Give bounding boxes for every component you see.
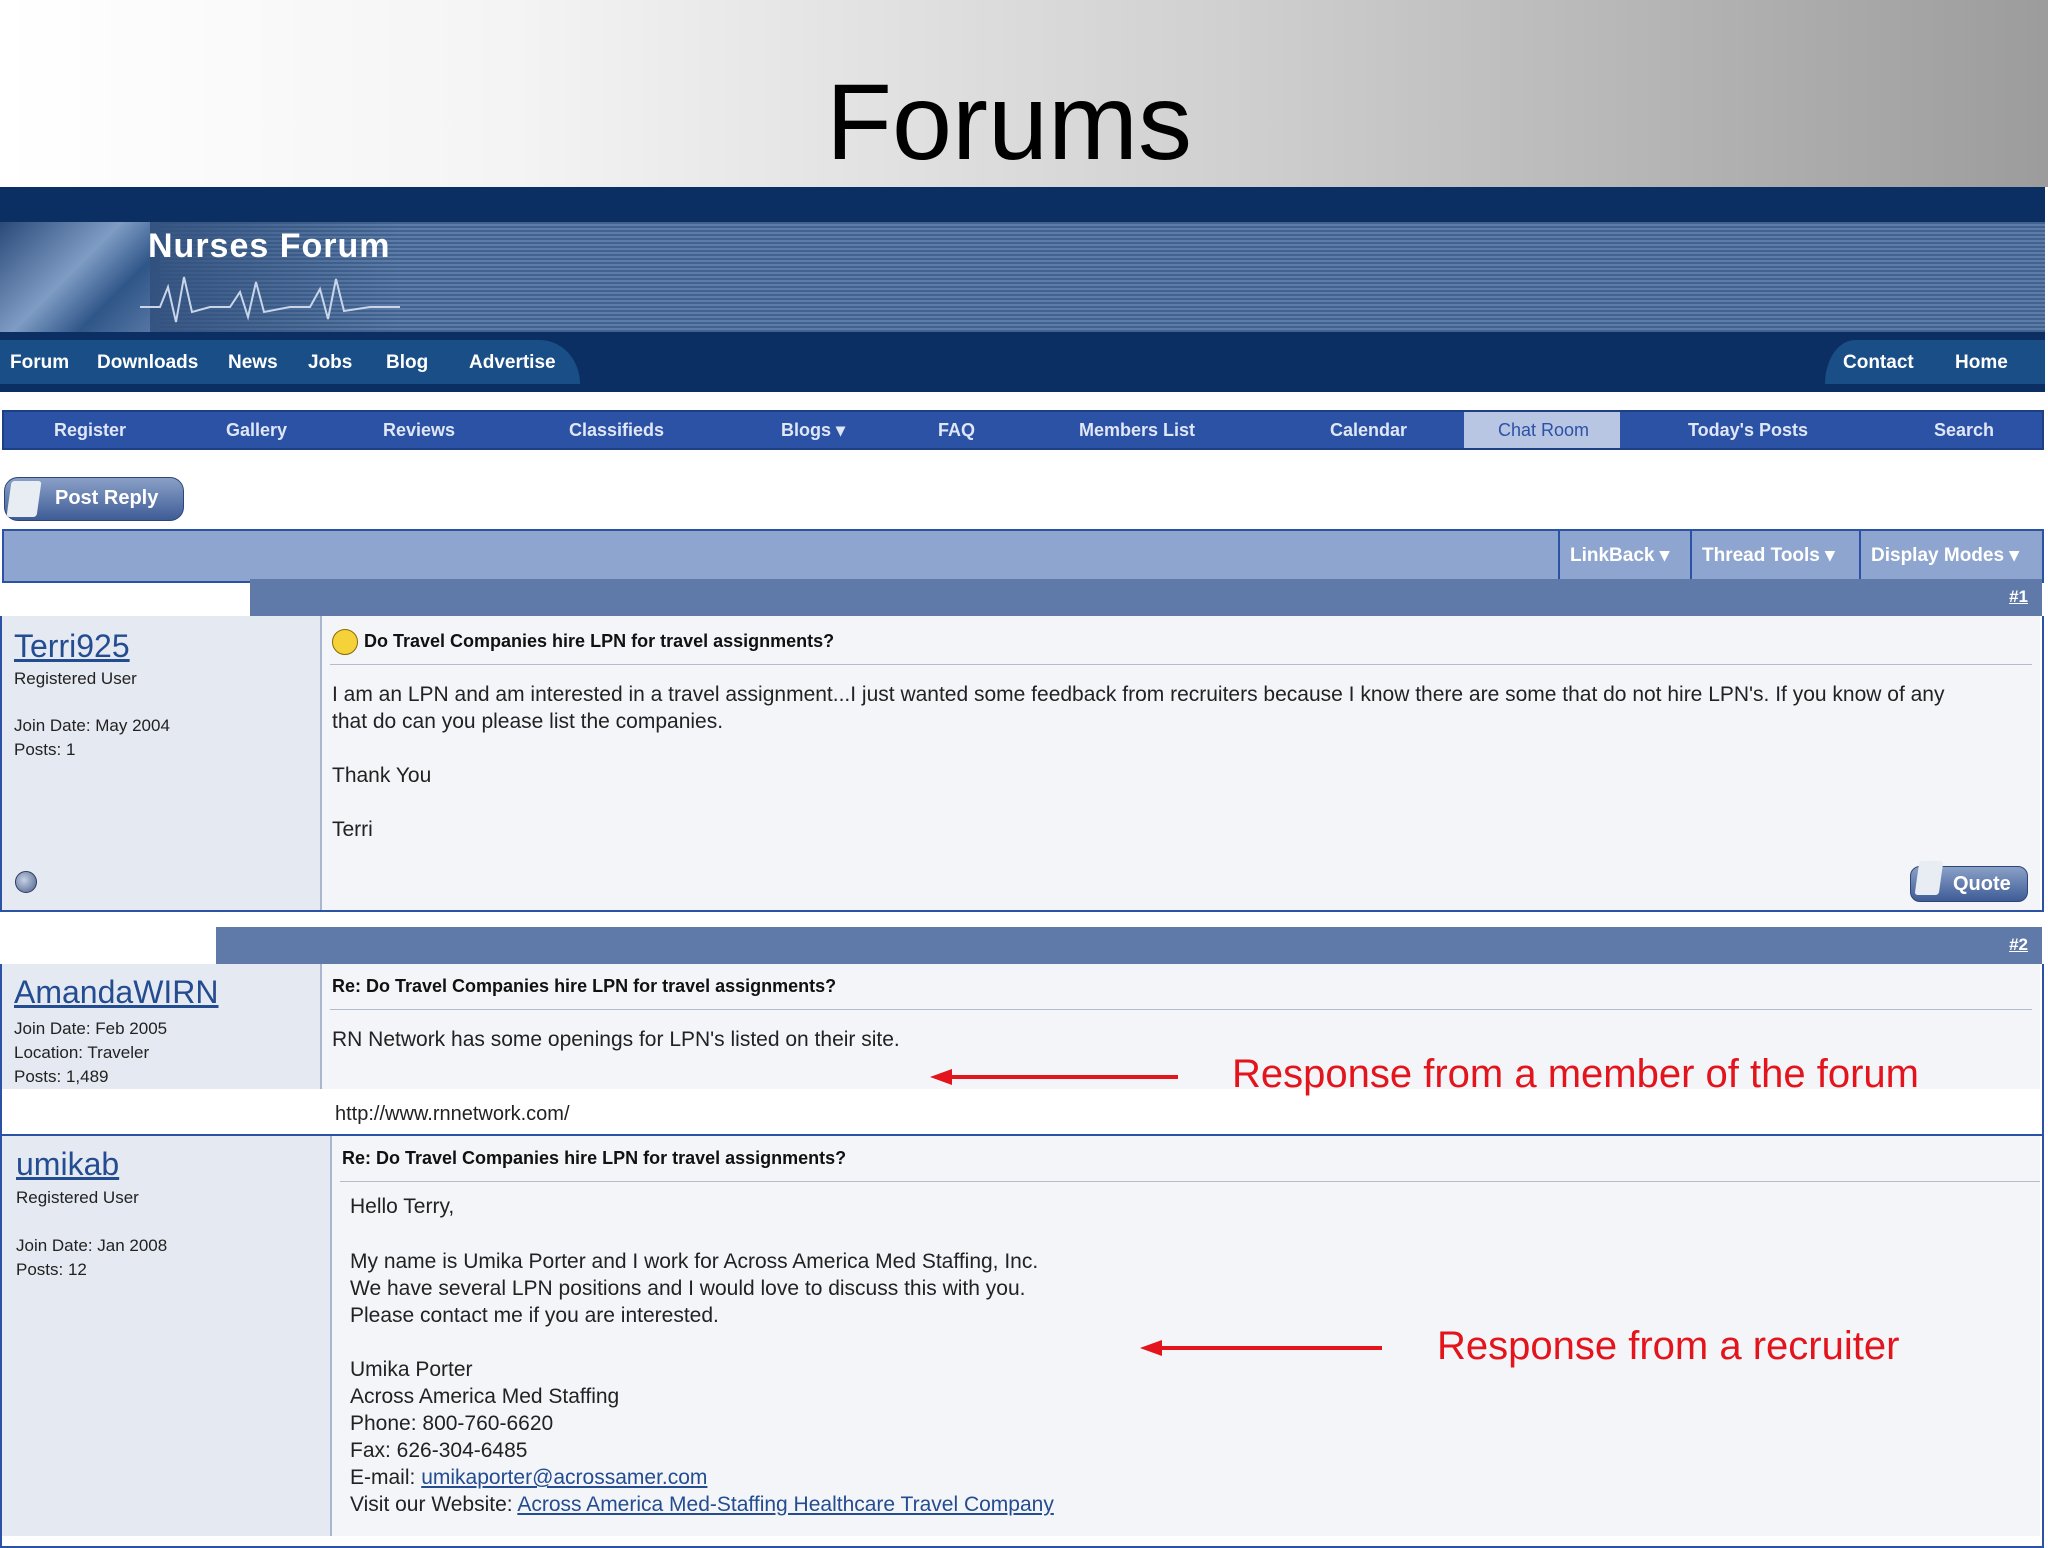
website-label: Visit our Website: <box>350 1493 513 1516</box>
nav-blog[interactable]: Blog <box>386 352 428 374</box>
post-number[interactable]: #2 <box>2009 935 2028 955</box>
subnav-gallery[interactable]: Gallery <box>226 420 287 441</box>
post-line-1: I am an LPN and am interested in a trave… <box>332 683 1945 706</box>
post-url-link[interactable]: http://www.rnnetwork.com/ <box>335 1101 570 1128</box>
post-header: #1 <box>250 579 2042 616</box>
arrow-left-icon <box>930 1069 1178 1085</box>
post-line-2: that do can you please list the companie… <box>332 710 724 733</box>
smiley-icon <box>332 629 358 655</box>
thread-tools-menu[interactable]: Thread Tools ▾ <box>1690 531 1835 581</box>
username-link[interactable]: AmandaWIRN <box>14 974 219 1011</box>
user-sidebar: AmandaWIRN Join Date: Feb 2005 Location:… <box>2 964 322 1089</box>
display-modes-menu[interactable]: Display Modes ▾ <box>1859 531 2019 581</box>
post-reply-icon <box>6 481 42 517</box>
post-title: Do Travel Companies hire LPN for travel … <box>364 631 835 651</box>
signature-company: Across America Med Staffing <box>350 1385 620 1408</box>
post-count: Posts: 1,489 <box>14 1067 109 1086</box>
post-title: Re: Do Travel Companies hire LPN for tra… <box>332 976 837 996</box>
post-reply-button[interactable]: Post Reply <box>4 477 184 521</box>
post-body: Do Travel Companies hire LPN for travel … <box>322 616 2040 910</box>
username-link[interactable]: umikab <box>16 1146 119 1183</box>
post-reply-label: Post Reply <box>55 487 159 509</box>
signature-name: Umika Porter <box>350 1358 473 1381</box>
user-role: Registered User <box>16 1188 139 1207</box>
post-line-3: Thank You <box>332 764 432 787</box>
subnav-blogs[interactable]: Blogs ▾ <box>781 420 845 441</box>
banner-photo <box>0 222 160 332</box>
subnav-members-list[interactable]: Members List <box>1079 420 1195 441</box>
signature-fax: Fax: 626-304-6485 <box>350 1439 528 1462</box>
forum-screenshot: Nurses Forum Forum Downloads News Jobs B… <box>0 187 2048 1548</box>
signature-website: Visit our Website: Across America Med-St… <box>350 1491 1054 1518</box>
subnav-classifieds[interactable]: Classifieds <box>569 420 664 441</box>
post-line-3: Please contact me if you are interested. <box>350 1304 719 1327</box>
title-divider <box>340 1181 2040 1182</box>
nav-advertise[interactable]: Advertise <box>469 352 556 374</box>
subnav-chat-room[interactable]: Chat Room <box>1498 420 1589 441</box>
nav-news[interactable]: News <box>228 352 278 374</box>
post-line-4: Terri <box>332 818 373 841</box>
subnav-faq[interactable]: FAQ <box>938 420 975 441</box>
title-divider <box>330 1009 2032 1010</box>
quote-button[interactable]: Quote <box>1910 861 2028 902</box>
online-status-icon <box>15 871 37 893</box>
website-link[interactable]: Across America Med-Staffing Healthcare T… <box>517 1493 1054 1516</box>
post-number[interactable]: #1 <box>2009 587 2028 607</box>
post-count: Posts: 1 <box>14 740 76 759</box>
post-line-2: We have several LPN positions and I woul… <box>350 1277 1026 1300</box>
arrow-left-icon <box>1140 1340 1382 1356</box>
greeting: Hello Terry, <box>350 1195 455 1218</box>
site-name: Nurses Forum <box>148 227 391 265</box>
banner-top <box>0 187 2045 222</box>
username-link[interactable]: Terri925 <box>14 628 130 665</box>
thread-toolbar: LinkBack ▾ Thread Tools ▾ Display Modes … <box>2 529 2044 583</box>
quote-label: Quote <box>1953 873 2011 895</box>
slide-title: Forums <box>825 61 1193 182</box>
nav-downloads[interactable]: Downloads <box>97 352 198 374</box>
sub-nav: Register Gallery Reviews Classifieds Blo… <box>2 410 2044 450</box>
user-sidebar: umikab Registered User Join Date: Jan 20… <box>2 1136 332 1536</box>
post-line-1: My name is Umika Porter and I work for A… <box>350 1250 1039 1273</box>
user-role: Registered User <box>14 669 137 688</box>
post-header: #2 <box>216 927 2042 964</box>
ecg-line-icon <box>140 276 400 323</box>
email-label: E-mail: <box>350 1466 416 1489</box>
join-date: Join Date: May 2004 <box>14 716 170 735</box>
annotation-member: Response from a member of the forum <box>1232 1052 1919 1096</box>
post-line-1: RN Network has some openings for LPN's l… <box>332 1028 900 1051</box>
title-divider <box>330 664 2032 665</box>
subnav-reviews[interactable]: Reviews <box>383 420 455 441</box>
linkback-menu[interactable]: LinkBack ▾ <box>1558 531 1669 581</box>
post-title: Re: Do Travel Companies hire LPN for tra… <box>342 1148 847 1168</box>
annotation-recruiter: Response from a recruiter <box>1437 1324 1900 1368</box>
signature-email: E-mail: umikaporter@acrossamer.com <box>350 1464 707 1491</box>
signature-phone: Phone: 800-760-6620 <box>350 1412 554 1435</box>
nav-home[interactable]: Home <box>1955 352 2008 374</box>
quote-icon <box>1914 861 1944 895</box>
post-count: Posts: 12 <box>16 1260 87 1279</box>
nav-jobs[interactable]: Jobs <box>308 352 352 374</box>
user-location: Location: Traveler <box>14 1043 150 1062</box>
subnav-calendar[interactable]: Calendar <box>1330 420 1407 441</box>
main-nav: Forum Downloads News Jobs Blog Advertise… <box>0 332 2045 392</box>
nav-forum[interactable]: Forum <box>10 352 69 374</box>
subnav-todays-posts[interactable]: Today's Posts <box>1688 420 1808 441</box>
subnav-search[interactable]: Search <box>1934 420 1994 441</box>
email-link[interactable]: umikaporter@acrossamer.com <box>421 1466 707 1489</box>
subnav-register[interactable]: Register <box>54 420 126 441</box>
nav-contact[interactable]: Contact <box>1843 352 1914 374</box>
user-sidebar: Terri925 Registered User Join Date: May … <box>2 616 322 910</box>
join-date: Join Date: Jan 2008 <box>16 1236 168 1255</box>
join-date: Join Date: Feb 2005 <box>14 1019 168 1038</box>
